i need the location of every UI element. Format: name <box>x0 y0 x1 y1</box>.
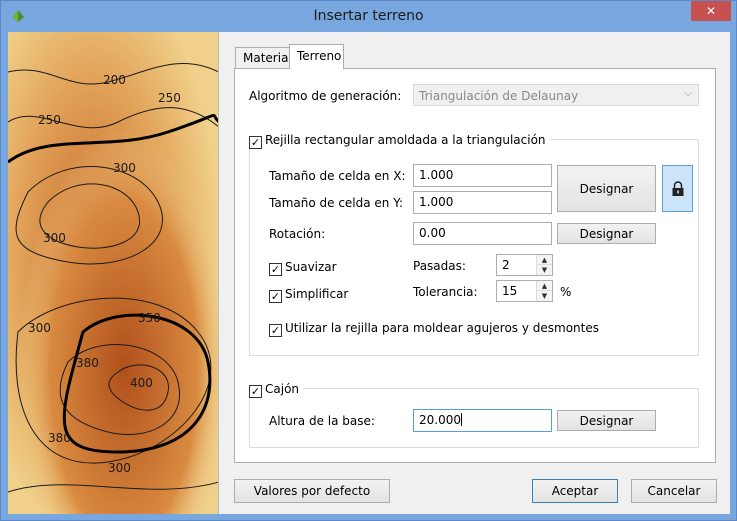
simplify-option[interactable]: ✓ Simplificar <box>269 287 348 303</box>
tolerance-stepper[interactable]: 15 ▲ ▼ <box>496 280 553 302</box>
tolerance-spin-arrows: ▲ ▼ <box>536 281 552 301</box>
spin-down-icon[interactable]: ▼ <box>537 265 552 275</box>
spin-up-icon[interactable]: ▲ <box>537 255 552 265</box>
contour-label: 400 <box>130 376 153 390</box>
terrain-preview: 250 200 250 300 300 300 350 400 380 300 … <box>8 32 219 514</box>
text-caret <box>461 413 462 426</box>
base-height-label: Altura de la base: <box>269 414 375 428</box>
lock-icon <box>672 180 683 196</box>
passes-spin-arrows: ▲ ▼ <box>536 255 552 275</box>
base-height-input[interactable]: 20.000 <box>413 409 552 432</box>
rotation-input[interactable]: 0.00 <box>413 222 552 245</box>
tolerance-label: Tolerancia: <box>413 285 478 299</box>
rotation-label: Rotación: <box>269 227 326 241</box>
cancel-button[interactable]: Cancelar <box>631 479 717 503</box>
passes-stepper[interactable]: 2 ▲ ▼ <box>496 254 553 276</box>
contour-label: 380 <box>76 356 99 370</box>
accept-button[interactable]: Aceptar <box>532 479 618 503</box>
spin-down-icon[interactable]: ▼ <box>537 291 552 301</box>
simplify-label: Simplificar <box>285 287 349 301</box>
smooth-label: Suavizar <box>285 260 337 274</box>
design-base-height-button[interactable]: Designar <box>557 410 656 431</box>
algorithm-label: Algoritmo de generación: <box>249 89 402 103</box>
cell-x-label: Tamaño de celda en X: <box>269 169 406 183</box>
contour-label: 350 <box>138 311 161 325</box>
contour-label: 300 <box>113 161 136 175</box>
lock-aspect-button[interactable] <box>662 165 693 212</box>
base-height-value: 20.000 <box>419 413 461 427</box>
tolerance-unit: % <box>560 285 572 299</box>
grid-checkbox-label: Rejilla rectangular amoldada a la triang… <box>265 133 546 147</box>
smooth-option[interactable]: ✓ Suavizar <box>269 260 337 276</box>
dialog-window: Insertar terreno ✕ 250 200 250 300 300 3… <box>0 0 737 521</box>
algorithm-value: Triangulación de Delaunay <box>419 89 579 103</box>
cell-y-input[interactable]: 1.000 <box>413 191 552 214</box>
simplify-checkbox[interactable]: ✓ <box>269 290 282 303</box>
dialog-client: 250 200 250 300 300 300 350 400 380 300 … <box>8 32 730 514</box>
defaults-button[interactable]: Valores por defecto <box>234 479 390 503</box>
tolerance-value: 15 <box>502 284 518 298</box>
smooth-checkbox[interactable]: ✓ <box>269 263 282 276</box>
box-group-header[interactable]: ✓ Cajón <box>245 382 304 398</box>
cell-x-input[interactable]: 1.000 <box>413 164 552 187</box>
chevron-down-icon: ⌵ <box>684 88 692 99</box>
box-checkbox-label: Cajón <box>265 382 300 396</box>
box-checkbox[interactable]: ✓ <box>249 385 262 398</box>
spin-up-icon[interactable]: ▲ <box>537 281 552 291</box>
contour-label: 380 <box>48 431 71 445</box>
use-grid-label: Utilizar la rejilla para moldear agujero… <box>285 321 600 335</box>
passes-value: 2 <box>502 258 510 272</box>
use-grid-option[interactable]: ✓ Utilizar la rejilla para moldear agujer… <box>269 321 599 337</box>
terrain-map: 250 200 250 300 300 300 350 400 380 300 … <box>8 32 218 514</box>
title-bar: Insertar terreno ✕ <box>1 1 736 31</box>
tab-terreno[interactable]: Terreno <box>289 44 344 69</box>
algorithm-select[interactable]: Triangulación de Delaunay ⌵ <box>413 84 699 106</box>
contour-label: 250 <box>38 113 61 127</box>
grid-group-header[interactable]: ✓ Rejilla rectangular amoldada a la trian… <box>245 133 550 149</box>
design-cells-button[interactable]: Designar <box>557 165 656 212</box>
close-button[interactable]: ✕ <box>691 1 731 21</box>
contour-label: 200 <box>103 73 126 87</box>
contour-label: 300 <box>108 461 131 475</box>
contour-label: 250 <box>158 91 181 105</box>
design-rotation-button[interactable]: Designar <box>557 223 656 244</box>
window-title: Insertar terreno <box>313 8 424 24</box>
contour-label: 300 <box>28 321 51 335</box>
grid-checkbox[interactable]: ✓ <box>249 136 262 149</box>
use-grid-checkbox[interactable]: ✓ <box>269 324 282 337</box>
cell-y-label: Tamaño de celda en Y: <box>269 196 403 210</box>
contour-label: 300 <box>43 231 66 245</box>
terrain-tab-panel: Algoritmo de generación: Triangulación d… <box>234 68 716 463</box>
tab-material[interactable]: Material <box>235 47 292 68</box>
passes-label: Pasadas: <box>413 259 466 273</box>
